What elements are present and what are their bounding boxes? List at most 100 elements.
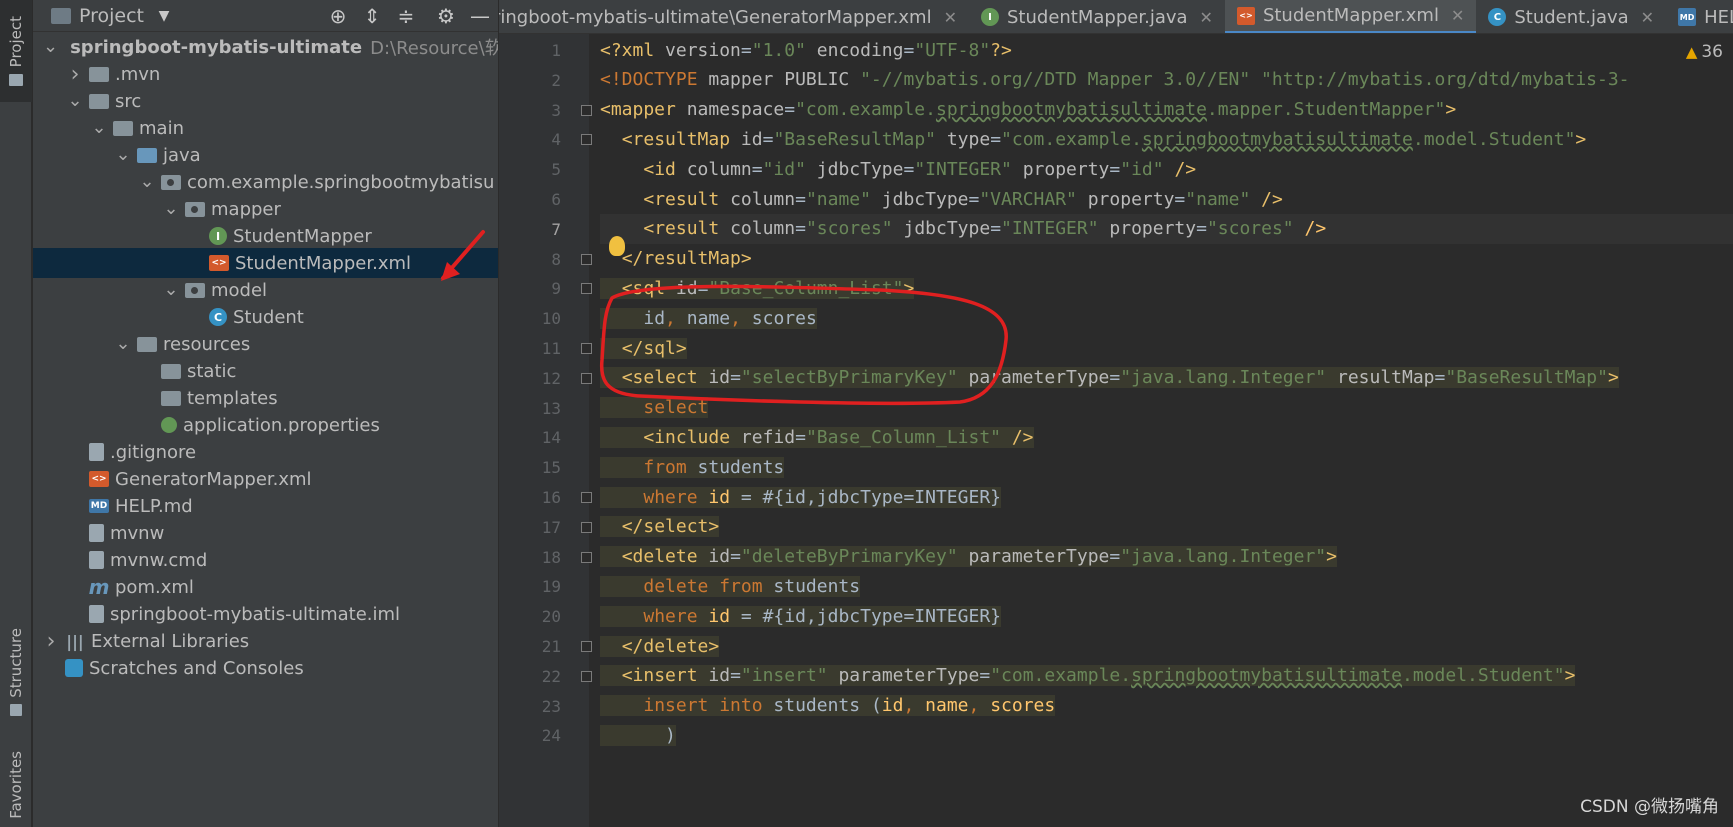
minimize-icon[interactable]: — xyxy=(468,4,492,28)
chevron-right-icon[interactable]: › xyxy=(67,62,83,87)
xml-file-icon: <> xyxy=(89,471,109,487)
tree-item[interactable]: m pom.xml xyxy=(33,572,498,602)
locate-icon[interactable]: ⊕ xyxy=(326,4,350,28)
panel-title[interactable]: Project xyxy=(79,5,144,27)
chevron-down-icon[interactable]: ⌄ xyxy=(43,38,58,56)
code-token: = xyxy=(903,39,915,61)
tree-item-label: Student xyxy=(233,306,304,328)
code-token: id xyxy=(708,546,731,568)
tree-item[interactable]: ⌄ springboot-mybatis-ultimate D:\Resource\… xyxy=(33,32,498,62)
chevron-down-icon[interactable]: ⌄ xyxy=(139,173,155,191)
line-number: 14 xyxy=(541,428,561,448)
code-token: column xyxy=(686,158,752,180)
chevron-down-icon[interactable]: ⌄ xyxy=(67,92,83,110)
line-number: 21 xyxy=(541,637,561,656)
chevron-down-icon[interactable]: ⌄ xyxy=(115,146,131,164)
code-line-content: select xyxy=(600,397,709,419)
collapse-all-icon[interactable]: ≑ xyxy=(394,4,418,28)
tree-item[interactable]: › .mvn xyxy=(33,59,498,89)
tree-item[interactable]: .gitignore xyxy=(33,437,498,467)
code-token: jdbcType xyxy=(881,188,969,210)
close-icon[interactable]: ✕ xyxy=(1451,6,1464,25)
code-line-content: delete from students xyxy=(600,575,861,597)
tree-item-label: .mvn xyxy=(115,63,161,85)
tree-item[interactable]: I StudentMapper xyxy=(33,221,498,251)
project-tool-tab[interactable]: Project xyxy=(0,0,32,102)
code-token: = #{id,jdbcType=INTEGER} xyxy=(740,605,1001,627)
tree-item[interactable]: ⌄ mapper xyxy=(33,194,498,224)
code-token: column xyxy=(730,218,796,240)
editor-tab[interactable]: MD HELP xyxy=(1666,0,1733,33)
inspection-widget[interactable]: ▲ 36 xyxy=(1686,42,1723,62)
package-icon xyxy=(161,174,181,190)
tree-item[interactable]: ⌄ java xyxy=(33,140,498,170)
tree-item[interactable]: <> StudentMapper.xml xyxy=(33,248,498,278)
folder-icon xyxy=(113,120,133,136)
tree-item[interactable]: MD HELP.md xyxy=(33,491,498,521)
code-token: <?xml xyxy=(600,39,666,61)
tree-item[interactable]: Scratches and Consoles xyxy=(33,653,498,683)
file-icon xyxy=(89,605,104,623)
chevron-down-icon[interactable]: ⌄ xyxy=(163,200,179,218)
code-line: <resultMap id="BaseResultMap" type="com.… xyxy=(600,124,1587,154)
class-icon: C xyxy=(209,308,227,326)
code-token: </delete> xyxy=(621,635,720,657)
code-line-content: <!DOCTYPE mapper PUBLIC "-//mybatis.org/… xyxy=(600,69,1630,90)
line-number: 3 xyxy=(551,100,561,120)
tree-item-label: mvnw xyxy=(110,522,165,544)
gear-icon[interactable]: ⚙ xyxy=(434,4,458,28)
tree-item[interactable]: ⌄ resources xyxy=(33,329,498,359)
tree-item[interactable]: <> GeneratorMapper.xml xyxy=(33,464,498,494)
editor-tab[interactable]: C Student.java ✕ xyxy=(1476,0,1666,33)
code-token: resultMap xyxy=(1336,367,1435,389)
code-line: </sql> xyxy=(600,333,687,363)
editor-tab[interactable]: ringboot-mybatis-ultimate\GeneratorMappe… xyxy=(499,0,969,33)
chevron-down-icon[interactable]: ⌄ xyxy=(91,119,107,137)
code-area[interactable]: <?xml version="1.0" encoding="UTF-8"?> <!… xyxy=(590,34,1733,827)
close-icon[interactable]: ✕ xyxy=(1200,8,1213,27)
code-token: /> xyxy=(1304,218,1327,240)
tree-item[interactable]: springboot-mybatis-ultimate.iml xyxy=(33,599,498,629)
structure-tool-tab[interactable]: Structure xyxy=(0,622,32,722)
tree-item[interactable]: ⌄ main xyxy=(33,113,498,143)
code-token: <select xyxy=(621,367,709,389)
chevron-right-icon[interactable]: › xyxy=(43,629,59,654)
chevron-down-icon[interactable]: ⌄ xyxy=(163,281,179,299)
chevron-down-icon[interactable]: ▼ xyxy=(152,8,176,24)
tree-item[interactable]: mvnw xyxy=(33,518,498,548)
tree-item[interactable]: templates xyxy=(33,383,498,413)
code-token: /> xyxy=(1174,158,1197,180)
markdown-file-icon: MD xyxy=(89,499,109,513)
tree-item[interactable]: static xyxy=(33,356,498,386)
expand-all-icon[interactable]: ⇕ xyxy=(360,4,384,28)
tree-item[interactable]: ⌄ src xyxy=(33,86,498,116)
scratches-icon xyxy=(65,659,83,677)
tree-item-label: static xyxy=(187,360,237,382)
code-token: mapper PUBLIC xyxy=(708,69,861,91)
code-line: where id = #{id,jdbcType=INTEGER} xyxy=(600,482,1001,512)
favorites-tool-tab[interactable]: Favorites xyxy=(0,742,32,827)
tree-item[interactable]: ⌄ model xyxy=(33,275,498,305)
code-token: jdbcType xyxy=(903,218,991,240)
lightbulb-icon[interactable] xyxy=(609,236,625,256)
tree-item[interactable]: › ||| External Libraries xyxy=(33,626,498,656)
code-token: id xyxy=(643,307,666,329)
tree-item[interactable]: C Student xyxy=(33,302,498,332)
code-token: "name" xyxy=(805,188,882,210)
chevron-down-icon[interactable]: ⌄ xyxy=(115,335,131,353)
tree-item[interactable]: application.properties xyxy=(33,410,498,440)
code-token: name xyxy=(925,695,969,717)
editor: ringboot-mybatis-ultimate\GeneratorMappe… xyxy=(499,0,1733,827)
file-icon xyxy=(89,551,104,569)
editor-tab[interactable]: I StudentMapper.java ✕ xyxy=(969,0,1225,33)
tree-item[interactable]: ⌄ com.example.springbootmybatisu xyxy=(33,167,498,197)
tree-item[interactable]: mvnw.cmd xyxy=(33,545,498,575)
close-icon[interactable]: ✕ xyxy=(1641,8,1654,27)
code-token: students xyxy=(697,456,785,478)
close-icon[interactable]: ✕ xyxy=(944,8,957,27)
editor-tab[interactable]: <> StudentMapper.xml ✕ xyxy=(1224,0,1477,33)
